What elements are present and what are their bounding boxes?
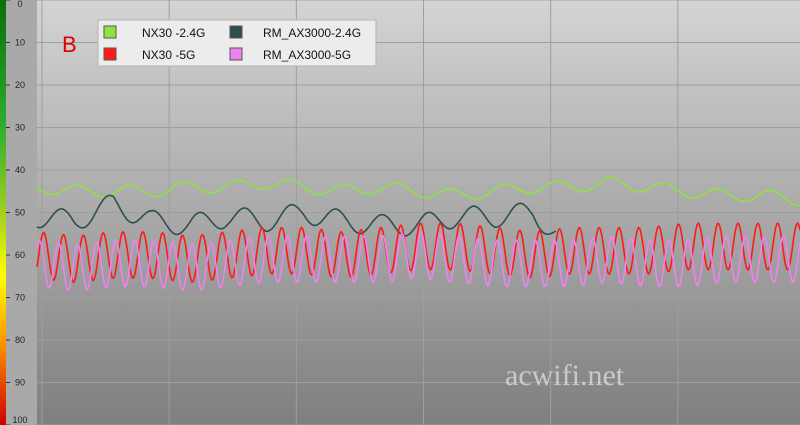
- y-tick-label: 70: [15, 293, 25, 303]
- legend-swatch-rm-ax3000-24g: [229, 25, 243, 39]
- signal-chart: 0 10 20 30 40 50 60 70 80 90 100 B NX30 -2.4G RM_A…: [0, 0, 800, 425]
- legend-swatch-nx30-24g: [103, 25, 117, 39]
- y-tick-label: 0: [17, 0, 22, 9]
- y-tick-label: 50: [15, 208, 25, 218]
- y-tick-label: 100: [12, 415, 27, 425]
- y-tick-label: 80: [15, 335, 25, 345]
- legend-label-nx30-5g: NX30 -5G: [142, 48, 195, 62]
- panel-label: B: [62, 32, 77, 57]
- legend-label-rm-ax3000-24g: RM_AX3000-2.4G: [263, 26, 361, 40]
- y-tick-label: 60: [15, 250, 25, 260]
- legend-label-nx30-24g: NX30 -2.4G: [142, 26, 205, 40]
- y-tick-label: 10: [15, 38, 25, 48]
- y-tick-label: 20: [15, 80, 25, 90]
- signal-scale-bar: [0, 0, 6, 425]
- y-tick-label: 30: [15, 123, 25, 133]
- watermark: acwifi.net: [505, 359, 625, 392]
- legend-label-rm-ax3000-5g: RM_AX3000-5G: [263, 48, 351, 62]
- legend-swatch-rm-ax3000-5g: [229, 47, 243, 61]
- y-tick-label: 40: [15, 165, 25, 175]
- legend: NX30 -2.4G RM_AX3000-2.4G NX30 -5G RM_AX…: [97, 19, 377, 67]
- y-tick-label: 90: [15, 378, 25, 388]
- chart-svg: 0 10 20 30 40 50 60 70 80 90 100 B NX30 -2.4G RM_A…: [0, 0, 800, 425]
- legend-swatch-nx30-5g: [103, 47, 117, 61]
